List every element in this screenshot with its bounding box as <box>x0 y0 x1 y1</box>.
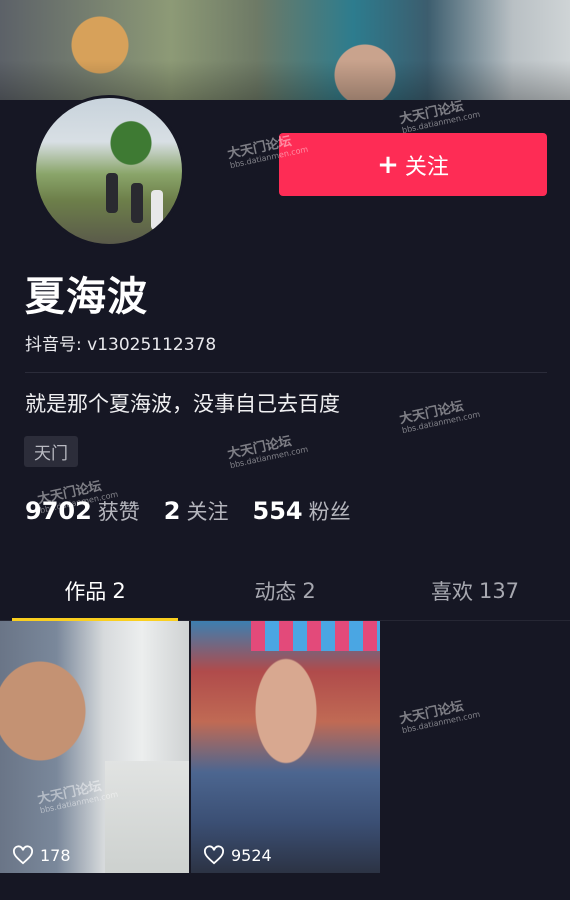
avatar-figure <box>106 173 118 213</box>
heart-outline-icon <box>13 845 33 865</box>
plus-icon: + <box>377 149 399 180</box>
avatar[interactable] <box>33 95 185 247</box>
tab-count: 137 <box>478 579 520 603</box>
divider <box>25 372 547 373</box>
follow-label: 关注 <box>404 154 449 180</box>
follow-button[interactable]: + 关注 <box>279 133 547 196</box>
video-thumbnail[interactable]: 178 <box>0 621 189 873</box>
profile-bio: 就是那个夏海波，没事自己去百度 <box>25 392 340 416</box>
tab-label: 作品 <box>64 580 107 604</box>
tab-count: 2 <box>112 579 126 603</box>
stat-label: 获赞 <box>97 500 140 524</box>
thumbnail-scene <box>251 621 380 651</box>
stat-followers[interactable]: 554 粉丝 <box>253 496 351 526</box>
video-thumbnail[interactable]: 9524 <box>191 621 380 873</box>
thumbnail-scene <box>105 761 189 873</box>
avatar-figure <box>131 183 143 223</box>
tab-label: 喜欢 <box>430 580 473 604</box>
profile-uid: 抖音号: v13025112378 <box>25 330 216 355</box>
video-grid: 178 9524 <box>0 621 570 873</box>
banner-shade <box>0 0 570 100</box>
tab-activity[interactable]: 动态 2 <box>190 562 380 620</box>
watermark: 大天门论坛 bbs.datianmen.com <box>226 434 309 471</box>
watermark: 大天门论坛 bbs.datianmen.com <box>398 399 481 436</box>
avatar-figure <box>151 190 163 230</box>
like-count: 9524 <box>203 845 272 865</box>
profile-name: 夏海波 <box>25 274 148 320</box>
uid-label: 抖音号: <box>25 335 82 355</box>
location-tag[interactable]: 天门 <box>24 436 78 467</box>
like-number: 9524 <box>231 845 272 865</box>
uid-value: v13025112378 <box>87 335 217 355</box>
profile-tabs: 作品 2 动态 2 喜欢 137 <box>0 562 570 621</box>
like-count: 178 <box>12 845 71 865</box>
tab-works[interactable]: 作品 2 <box>0 562 190 621</box>
stat-label: 粉丝 <box>308 500 351 524</box>
stat-number: 554 <box>252 497 303 525</box>
stat-label: 关注 <box>186 500 229 524</box>
stat-following[interactable]: 2 关注 <box>164 496 229 526</box>
tab-label: 动态 <box>254 580 297 604</box>
watermark: 大天门论坛 bbs.datianmen.com <box>398 99 481 136</box>
heart-outline-icon <box>204 845 224 865</box>
tab-count: 2 <box>302 579 316 603</box>
tab-likes[interactable]: 喜欢 137 <box>380 562 570 620</box>
like-number: 178 <box>40 845 71 865</box>
stat-number: 2 <box>163 497 181 525</box>
